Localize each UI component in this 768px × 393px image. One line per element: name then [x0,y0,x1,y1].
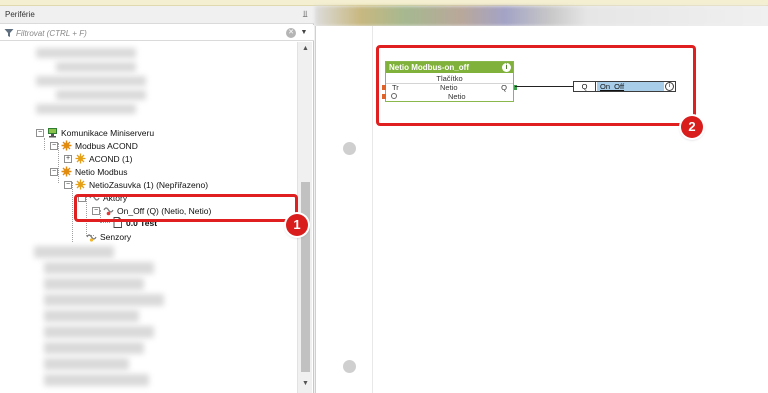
collapse-icon[interactable]: − [50,167,58,176]
clear-filter-icon[interactable]: ✕ [286,28,296,38]
expand-icon[interactable]: + [64,154,72,163]
canvas-divider [372,26,373,393]
step-badge-1: 1 [286,214,308,236]
pin-icon[interactable]: ⫫ [300,9,310,19]
tree-item-netio-modbus[interactable]: − Netio Modbus [50,165,127,178]
app-window: Periférie ⫫ ✕ ▼ [0,0,768,393]
page-hole-top [343,142,356,155]
network-icon [47,127,58,138]
collapse-icon[interactable]: − [50,141,58,150]
blurred-tree-area [44,278,144,290]
sensors-icon [86,231,97,242]
blurred-tree-area [44,358,129,370]
tree-item-label: Modbus ACOND [75,140,138,151]
blurred-tree-area [36,76,146,86]
tree-item-senzory[interactable]: Senzory [86,230,131,243]
panel-header: Periférie ⫫ [0,6,314,24]
blurred-tree-area [44,310,139,322]
page-hole-bottom [343,360,356,373]
tree-item-modbus-acond[interactable]: − Modbus ACOND [50,139,138,152]
collapse-icon[interactable]: − [64,180,72,189]
panel-title: Periférie [5,10,35,19]
scroll-thumb[interactable] [301,182,310,372]
blurred-tree-area [56,90,146,100]
tree-item-label: Senzory [100,231,132,242]
tree-item-label: NetioZasuvka (1) (Nepřiřazeno) [89,179,209,190]
tree-item-netiozasuvka[interactable]: − NetioZasuvka (1) (Nepřiřazeno) [64,178,208,191]
blurred-tree-area [44,262,154,274]
filter-input[interactable] [16,26,276,40]
tree-item-label: Netio Modbus [75,166,128,177]
highlight-box-2 [376,45,696,126]
modbus-icon [61,166,72,177]
device-icon [75,179,86,190]
step-badge-2: 2 [681,116,703,138]
blurred-tree-area [44,342,144,354]
document-tabs[interactable] [315,6,768,26]
tree-item-label: Komunikace Miniserveru [61,127,155,138]
periphery-panel: Periférie ⫫ ✕ ▼ [0,6,314,393]
filter-bar: ✕ ▼ [0,25,314,41]
collapse-icon[interactable]: − [36,128,44,137]
blurred-tree-area [44,374,149,386]
device-icon [75,153,86,164]
filter-dropdown-icon[interactable]: ▼ [299,28,309,38]
modbus-icon [61,140,72,151]
blurred-tree-area [44,294,164,306]
blurred-tree-area [36,48,136,58]
scroll-down-icon[interactable]: ▼ [300,379,311,389]
highlight-box-1 [74,194,298,222]
scroll-up-icon[interactable]: ▲ [300,44,311,54]
blurred-tree-area [36,104,136,114]
tree-item-label: ACOND (1) [89,153,133,164]
filter-icon [4,29,14,37]
program-canvas[interactable]: Netio Modbus-on_off i Tlačítko Tr Netio … [315,26,768,393]
tree-item-acond[interactable]: + ACOND (1) [64,152,132,165]
blurred-tree-area [44,326,154,338]
tree-item-komunikace[interactable]: − Komunikace Miniserveru [36,126,154,139]
blurred-tree-area [56,62,136,72]
blurred-tree-area [34,246,114,258]
